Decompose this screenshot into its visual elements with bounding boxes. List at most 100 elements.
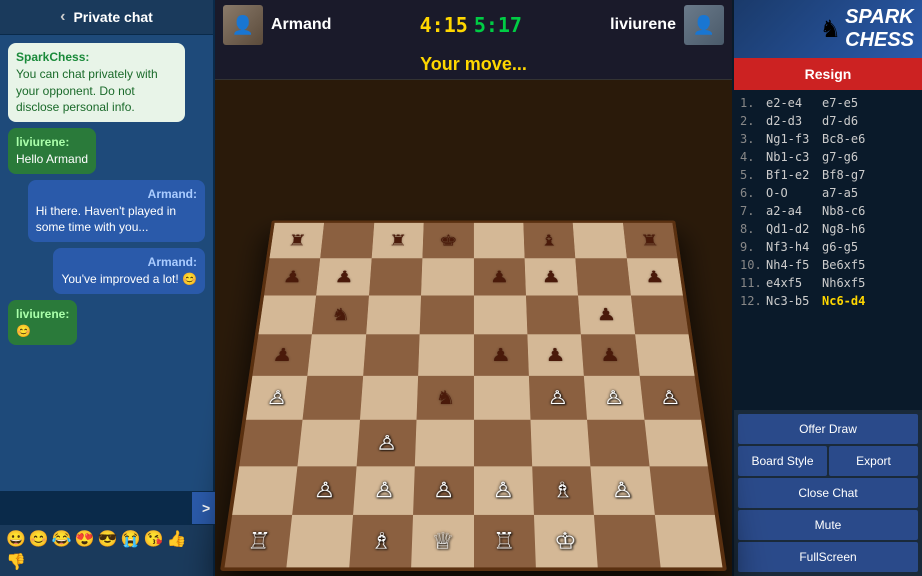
chess-cell[interactable]: ♕ bbox=[411, 515, 473, 567]
chess-cell[interactable] bbox=[594, 515, 660, 567]
chess-piece[interactable]: ♞ bbox=[330, 306, 351, 323]
chess-cell[interactable] bbox=[258, 295, 316, 334]
chess-piece[interactable]: ♟ bbox=[545, 346, 566, 364]
offer-draw-button[interactable]: Offer Draw bbox=[738, 414, 918, 444]
chess-cell[interactable]: ♙ bbox=[529, 376, 587, 420]
chess-piece[interactable]: ♕ bbox=[431, 530, 454, 553]
chess-cell[interactable]: ♟ bbox=[524, 258, 578, 295]
mute-button[interactable]: Mute bbox=[738, 510, 918, 540]
chess-piece[interactable]: ♖ bbox=[246, 530, 272, 553]
chess-cell[interactable]: ♟ bbox=[527, 334, 584, 375]
chess-cell[interactable]: ♙ bbox=[292, 466, 356, 515]
chess-cell[interactable]: ♔ bbox=[534, 515, 598, 567]
chess-cell[interactable]: ♟ bbox=[474, 334, 529, 375]
chess-cell[interactable]: ♚ bbox=[423, 223, 474, 258]
emoji-thumbsdown[interactable]: 👎 bbox=[6, 552, 26, 572]
chess-cell[interactable] bbox=[421, 258, 473, 295]
chess-cell[interactable]: ♗ bbox=[532, 466, 594, 515]
chess-piece[interactable]: ♙ bbox=[547, 388, 569, 407]
chess-piece[interactable]: ♗ bbox=[369, 530, 393, 553]
chess-cell[interactable]: ♞ bbox=[312, 295, 369, 334]
emoji-kiss[interactable]: 😘 bbox=[144, 529, 164, 549]
chess-cell[interactable]: ♟ bbox=[474, 258, 526, 295]
chess-cell[interactable]: ♙ bbox=[356, 420, 416, 466]
emoji-smile[interactable]: 😊 bbox=[29, 529, 49, 549]
chess-cell[interactable] bbox=[474, 295, 528, 334]
chess-piece[interactable]: ♟ bbox=[334, 268, 355, 284]
chess-cell[interactable]: ♜ bbox=[623, 223, 678, 258]
chess-piece[interactable]: ♟ bbox=[271, 346, 294, 364]
chess-cell[interactable]: ♝ bbox=[523, 223, 575, 258]
chat-input[interactable] bbox=[0, 492, 192, 524]
chess-cell[interactable]: ♟ bbox=[581, 334, 639, 375]
chess-cell[interactable]: ♙ bbox=[353, 466, 415, 515]
chess-piece[interactable]: ♟ bbox=[596, 306, 617, 323]
chess-cell[interactable] bbox=[239, 420, 303, 466]
chess-cell[interactable] bbox=[321, 223, 375, 258]
chess-cell[interactable] bbox=[631, 295, 689, 334]
chess-piece[interactable]: ♟ bbox=[599, 346, 621, 364]
chess-cell[interactable] bbox=[232, 466, 298, 515]
close-chat-button[interactable]: Close Chat bbox=[738, 478, 918, 508]
chess-cell[interactable]: ♙ bbox=[591, 466, 655, 515]
chess-cell[interactable]: ♗ bbox=[349, 515, 413, 567]
emoji-cool[interactable]: 😎 bbox=[98, 529, 118, 549]
chess-piece[interactable]: ♜ bbox=[287, 233, 308, 248]
chess-piece[interactable]: ♙ bbox=[313, 480, 337, 501]
chess-cell[interactable] bbox=[303, 376, 363, 420]
chess-cell[interactable] bbox=[530, 420, 590, 466]
chess-cell[interactable]: ♟ bbox=[578, 295, 635, 334]
chess-piece[interactable]: ♙ bbox=[266, 388, 289, 407]
export-button[interactable]: Export bbox=[829, 446, 918, 476]
board-style-button[interactable]: Board Style bbox=[738, 446, 827, 476]
chess-piece[interactable]: ♞ bbox=[435, 388, 456, 407]
chess-cell[interactable] bbox=[369, 258, 423, 295]
chess-piece[interactable]: ♟ bbox=[282, 268, 303, 284]
emoji-cry[interactable]: 😭 bbox=[121, 529, 141, 549]
chess-board[interactable]: ♜♜♚♝♜♟♟♟♟♟♞♟♟♟♟♟♙♞♙♙♙♙♙♙♙♙♗♙♖♗♕♖♔ bbox=[220, 221, 727, 571]
resign-button[interactable]: Resign bbox=[734, 58, 922, 90]
chess-cell[interactable]: ♟ bbox=[264, 258, 320, 295]
emoji-happy[interactable]: 😀 bbox=[6, 529, 26, 549]
chess-piece[interactable]: ♟ bbox=[490, 268, 510, 284]
chess-piece[interactable]: ♙ bbox=[658, 388, 681, 407]
chess-cell[interactable] bbox=[415, 420, 474, 466]
chess-cell[interactable] bbox=[573, 223, 627, 258]
chess-cell[interactable]: ♟ bbox=[626, 258, 682, 295]
chess-piece[interactable]: ♗ bbox=[551, 480, 574, 501]
chess-cell[interactable]: ♙ bbox=[413, 466, 473, 515]
chess-cell[interactable] bbox=[526, 295, 581, 334]
chess-cell[interactable]: ♙ bbox=[584, 376, 644, 420]
chess-cell[interactable]: ♖ bbox=[225, 515, 293, 567]
emoji-thumbsup[interactable]: 👍 bbox=[166, 529, 186, 549]
chess-cell[interactable]: ♜ bbox=[372, 223, 424, 258]
chess-cell[interactable] bbox=[363, 334, 420, 375]
chess-cell[interactable]: ♜ bbox=[270, 223, 325, 258]
chess-piece[interactable]: ♝ bbox=[539, 233, 559, 248]
chess-cell[interactable] bbox=[298, 420, 360, 466]
emoji-laugh[interactable]: 😂 bbox=[52, 529, 72, 549]
chess-cell[interactable]: ♟ bbox=[316, 258, 371, 295]
chess-piece[interactable]: ♔ bbox=[553, 530, 577, 553]
chess-piece[interactable]: ♙ bbox=[610, 480, 634, 501]
chess-piece[interactable]: ♙ bbox=[602, 388, 625, 407]
chess-piece[interactable]: ♟ bbox=[644, 268, 665, 284]
chess-piece[interactable]: ♙ bbox=[376, 432, 399, 452]
chess-piece[interactable]: ♜ bbox=[639, 233, 660, 248]
chess-cell[interactable]: ♙ bbox=[246, 376, 308, 420]
chess-piece[interactable]: ♙ bbox=[432, 480, 455, 501]
chess-cell[interactable] bbox=[420, 295, 474, 334]
chess-cell[interactable] bbox=[649, 466, 715, 515]
chess-cell[interactable] bbox=[308, 334, 366, 375]
chess-cell[interactable]: ♙ bbox=[639, 376, 701, 420]
chess-piece[interactable]: ♙ bbox=[492, 480, 515, 501]
chess-cell[interactable]: ♟ bbox=[252, 334, 312, 375]
chess-cell[interactable] bbox=[474, 376, 531, 420]
chess-cell[interactable] bbox=[635, 334, 695, 375]
chess-cell[interactable] bbox=[366, 295, 421, 334]
chess-cell[interactable] bbox=[575, 258, 630, 295]
chess-piece[interactable]: ♖ bbox=[493, 530, 516, 553]
chess-cell[interactable] bbox=[655, 515, 723, 567]
chess-cell[interactable] bbox=[474, 223, 525, 258]
chess-cell[interactable]: ♞ bbox=[417, 376, 474, 420]
